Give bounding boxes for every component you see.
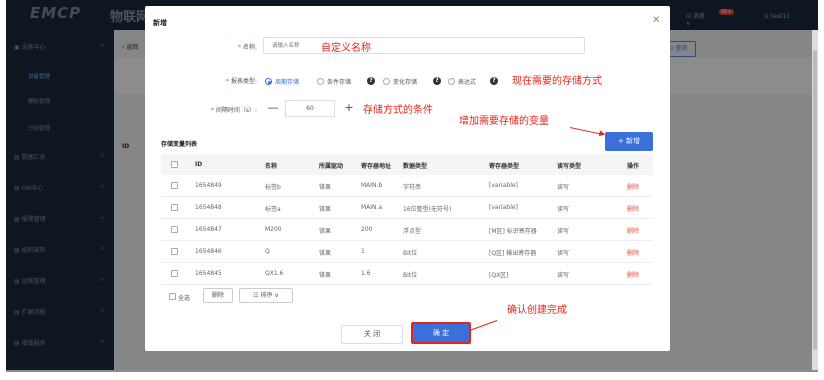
header-cell: 名称 xyxy=(265,163,278,170)
annotation-add-variable: 增加需要存储的变量 xyxy=(459,116,549,127)
help-icon[interactable]: ? xyxy=(367,77,375,85)
cell-id: 1654845 xyxy=(195,270,222,277)
table-row: 1654845 QX1.6 镁果 1.6 Bit位 [QX区] 读写 删除 xyxy=(161,263,653,285)
radio-change[interactable]: 变化存储 xyxy=(383,77,417,86)
cell-name: Q xyxy=(265,248,270,255)
radio-change-dot[interactable] xyxy=(383,78,390,85)
dialog-title: 新增 xyxy=(153,19,167,27)
cell-data-type: Bit位 xyxy=(403,250,418,257)
select-all-checkbox[interactable] xyxy=(171,161,178,168)
table-row: 1654849 标签b 镁果 MAIN.b 字符串 [variable] 读写 … xyxy=(161,175,653,197)
header-cell: 操作 xyxy=(627,163,640,170)
annotation-name: 自定义名称 xyxy=(321,43,371,54)
cell-data-type: 浮点型 xyxy=(403,228,422,235)
delete-link[interactable]: 删除 xyxy=(627,270,639,279)
add-dialog: 新增 ✕ *名称: 自定义名称 *报表类型: 周期存储 条件存储 ? 变化存储 … xyxy=(145,6,670,351)
close-button[interactable]: 关 闭 xyxy=(341,325,403,344)
storage-type-label: * 报表类型: xyxy=(225,78,257,85)
cell-rw: 读写 xyxy=(557,206,570,213)
name-label: * 名称: xyxy=(237,44,257,51)
table-row: 1654847 M200 镁果 200 浮点型 [M区] 标识寄存器 读写 删除 xyxy=(161,219,653,241)
cell-address: 200 xyxy=(361,226,373,233)
decrement-button[interactable]: — xyxy=(265,100,281,117)
cell-rw: 读写 xyxy=(557,250,570,257)
cell-id: 1654847 xyxy=(195,226,222,233)
row-checkbox[interactable] xyxy=(171,270,178,277)
annotation-confirm: 确认创建完成 xyxy=(507,305,567,316)
cell-address: 1.6 xyxy=(361,270,371,277)
delete-link[interactable]: 删除 xyxy=(627,248,639,257)
header-cell: 读写类型 xyxy=(557,163,582,170)
cell-register-type: [M区] 标识寄存器 xyxy=(489,228,537,235)
row-checkbox[interactable] xyxy=(171,248,178,255)
scrollbar-thumb[interactable] xyxy=(813,50,817,350)
interval-label: * 间隔时间（s）: xyxy=(210,107,257,114)
footer-select-all-checkbox[interactable] xyxy=(169,293,176,300)
cell-address: MAIN.b xyxy=(361,182,383,189)
section-title: 存储变量列表 xyxy=(161,141,198,148)
cell-register-type: [QX区] xyxy=(489,272,509,279)
close-icon[interactable]: ✕ xyxy=(652,15,660,26)
cell-name: QX1.6 xyxy=(265,270,284,277)
cell-register-type: [Q区] 输出寄存器 xyxy=(489,250,537,257)
row-checkbox[interactable] xyxy=(171,226,178,233)
cell-driver: 镁果 xyxy=(319,250,332,257)
table-row: 1654848 标签a 镁果 MAIN.a 16位整型(无符号) [variab… xyxy=(161,197,653,219)
cell-address: MAIN.a xyxy=(361,204,383,211)
header-cell: 数据类型 xyxy=(403,163,428,170)
add-variable-button[interactable]: + 新增 xyxy=(605,132,653,151)
scrollbar[interactable] xyxy=(812,30,818,370)
cell-address: 1 xyxy=(361,248,365,255)
cell-data-type: 16位整型(无符号) xyxy=(403,206,452,213)
cell-register-type: [variable] xyxy=(489,204,518,211)
cell-data-type: Bit位 xyxy=(403,272,418,279)
header-cell: 所属驱动 xyxy=(319,163,344,170)
table-header: ID 名称 所属驱动 寄存器地址 数据类型 寄存器类型 读写类型 操作 xyxy=(161,154,653,175)
delete-link[interactable]: 删除 xyxy=(627,226,639,235)
sort-button[interactable]: ☷ 排序 ∨ xyxy=(239,288,293,303)
cell-driver: 镁果 xyxy=(319,272,332,279)
cell-id: 1654848 xyxy=(195,204,222,211)
header-cell: 寄存器类型 xyxy=(489,163,520,170)
arrow-icon xyxy=(569,127,604,136)
delete-link[interactable]: 删除 xyxy=(627,182,639,191)
cell-driver: 镁果 xyxy=(319,228,332,235)
cell-rw: 读写 xyxy=(557,228,570,235)
help-icon[interactable]: ? xyxy=(490,77,498,85)
select-all-label: 全选 xyxy=(178,295,191,302)
increment-button[interactable]: + xyxy=(341,100,357,117)
radio-periodic[interactable]: 周期存储 xyxy=(265,77,299,86)
cell-rw: 读写 xyxy=(557,184,570,191)
cell-rw: 读写 xyxy=(557,272,570,279)
confirm-button[interactable]: 确 定 xyxy=(411,322,471,344)
cell-driver: 镁果 xyxy=(319,206,332,213)
name-input[interactable] xyxy=(263,37,585,54)
help-icon[interactable]: ? xyxy=(433,77,441,85)
app-root: EMCP 物联网 ⊡ 消息99+ ♙ test11 ∨ ▣ 设备中心 ∨ 设备管理… xyxy=(0,0,824,380)
batch-delete-button[interactable]: 删除 xyxy=(203,288,233,303)
cell-data-type: 字符串 xyxy=(403,184,422,191)
radio-expression-dot[interactable] xyxy=(448,78,455,85)
delete-link[interactable]: 删除 xyxy=(627,204,639,213)
header-cell: 寄存器地址 xyxy=(361,163,392,170)
cell-name: 标签a xyxy=(265,206,281,213)
cell-id: 1654849 xyxy=(195,182,222,189)
radio-expression[interactable]: 表达式 xyxy=(448,77,476,86)
annotation-interval: 存储方式的条件 xyxy=(363,105,433,116)
radio-periodic-dot[interactable] xyxy=(265,78,272,85)
table-row: 1654846 Q 镁果 1 Bit位 [Q区] 输出寄存器 读写 删除 xyxy=(161,241,653,263)
annotation-storage: 现在需要的存储方式 xyxy=(512,76,602,87)
cell-name: 标签b xyxy=(265,184,281,191)
cell-register-type: [variable] xyxy=(489,182,518,189)
interval-input[interactable]: 60 xyxy=(285,100,335,117)
cell-driver: 镁果 xyxy=(319,184,332,191)
radio-conditional[interactable]: 条件存储 xyxy=(317,77,351,86)
cell-id: 1654846 xyxy=(195,248,222,255)
row-checkbox[interactable] xyxy=(171,182,178,189)
header-cell: ID xyxy=(195,161,203,168)
radio-conditional-dot[interactable] xyxy=(317,78,324,85)
row-checkbox[interactable] xyxy=(171,204,178,211)
cell-name: M200 xyxy=(265,226,282,233)
